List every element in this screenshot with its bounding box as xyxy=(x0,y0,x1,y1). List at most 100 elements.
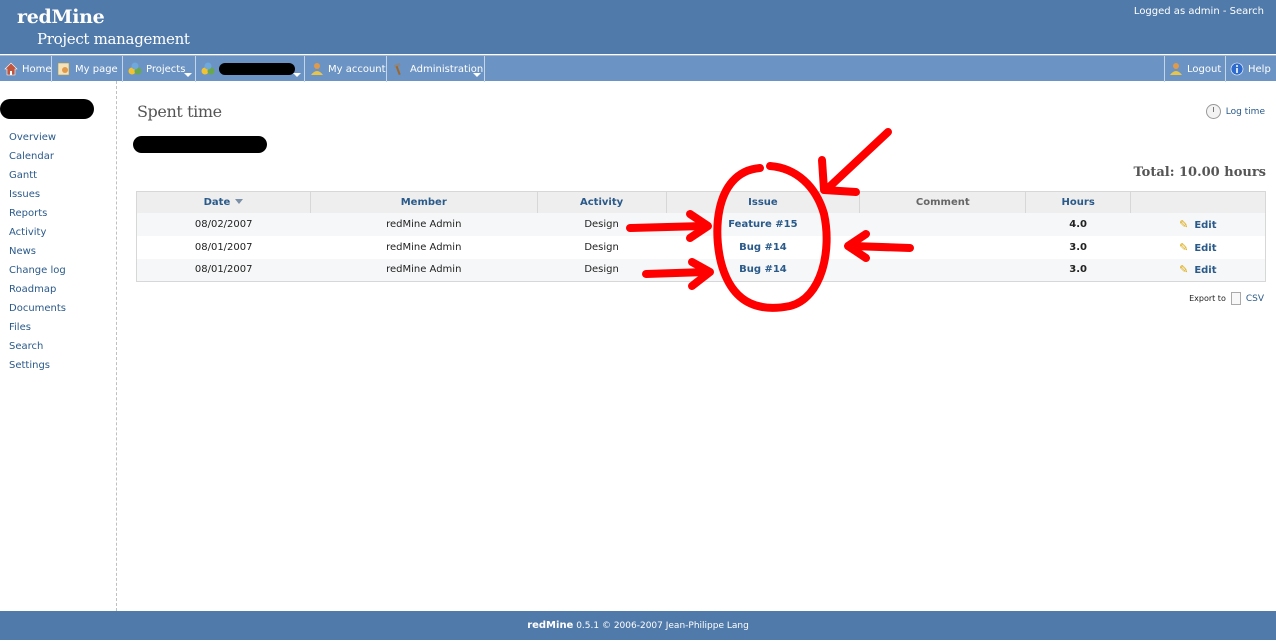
app-title: redMine xyxy=(17,6,105,28)
footer-app-name: redMine xyxy=(527,620,574,631)
sidebar-item-activity[interactable]: Activity xyxy=(9,223,66,242)
sidebar-item-overview[interactable]: Overview xyxy=(9,128,66,147)
header: redMine Project management Logged as adm… xyxy=(0,0,1276,54)
column-header-actions xyxy=(1130,191,1266,213)
project-name-redacted xyxy=(133,136,267,153)
menu-my-account-label: My account xyxy=(328,63,386,75)
projects-icon xyxy=(128,62,142,75)
sort-desc-icon xyxy=(235,199,244,205)
column-header-date-label: Date xyxy=(203,196,231,208)
edit-link[interactable]: Edit xyxy=(1194,220,1216,231)
menu-home[interactable]: Home xyxy=(0,56,52,82)
column-header-activity[interactable]: Activity xyxy=(536,191,667,213)
issue-link[interactable]: Bug #14 xyxy=(739,242,787,253)
account-links: Logged as admin - Search xyxy=(1134,6,1264,17)
total-hours: Total: 10.00 hours xyxy=(1133,165,1266,180)
menu-my-page[interactable]: My page xyxy=(53,56,123,82)
cell-hours: 3.0 xyxy=(1025,258,1131,282)
menu-my-page-label: My page xyxy=(75,63,118,75)
top-menu: Home My page Projects My account Adminis… xyxy=(0,55,1276,82)
cell-date: 08/02/2007 xyxy=(136,212,311,236)
menu-current-project[interactable] xyxy=(197,56,305,82)
table-row: 08/02/2007 redMine Admin Design Feature … xyxy=(136,212,1266,236)
cell-activity: Design xyxy=(537,258,667,282)
menu-help[interactable]: Help xyxy=(1225,56,1276,82)
user-icon xyxy=(1170,63,1182,75)
edit-link[interactable]: Edit xyxy=(1194,243,1216,254)
cell-hours: 4.0 xyxy=(1025,212,1131,236)
info-icon xyxy=(1230,62,1244,76)
issue-link[interactable]: Feature #15 xyxy=(728,219,797,230)
sidebar-item-roadmap[interactable]: Roadmap xyxy=(9,280,66,299)
project-icon xyxy=(201,62,215,75)
search-link[interactable]: Search xyxy=(1230,6,1264,17)
export-csv-link[interactable]: CSV xyxy=(1246,294,1264,304)
sidebar-item-calendar[interactable]: Calendar xyxy=(9,147,66,166)
column-header-issue[interactable]: Issue xyxy=(665,191,860,213)
menu-projects-label: Projects xyxy=(146,63,186,75)
document-icon xyxy=(1230,292,1241,305)
menu-logout[interactable]: Logout xyxy=(1164,56,1224,82)
cell-comment xyxy=(859,235,1026,259)
hammer-icon xyxy=(393,63,401,76)
cell-activity: Design xyxy=(537,212,667,236)
project-name-redacted xyxy=(219,63,295,75)
cell-comment xyxy=(859,212,1026,236)
sidebar-item-change-log[interactable]: Change log xyxy=(9,261,66,280)
column-header-comment: Comment xyxy=(859,191,1026,213)
chevron-down-icon xyxy=(293,73,301,77)
cell-date: 08/01/2007 xyxy=(136,258,311,282)
annotation-arrow-diagonal xyxy=(822,128,892,194)
sidebar-item-reports[interactable]: Reports xyxy=(9,204,66,223)
cell-issue: Bug #14 xyxy=(666,258,860,282)
table-header-row: Date Member Activity Issue Comment Hours xyxy=(136,191,1266,213)
column-header-member[interactable]: Member xyxy=(309,191,538,213)
annotation-overlay xyxy=(626,128,914,312)
annotation-arrow-diagonal-head xyxy=(818,156,860,196)
pencil-icon: ✎ xyxy=(1179,217,1189,231)
sidebar-item-settings[interactable]: Settings xyxy=(9,356,66,375)
cell-actions: ✎ Edit xyxy=(1130,235,1266,259)
chevron-down-icon xyxy=(184,73,192,77)
menu-projects[interactable]: Projects xyxy=(124,56,196,82)
cell-actions: ✎ Edit xyxy=(1130,258,1266,282)
cell-member: redMine Admin xyxy=(310,212,538,236)
home-icon xyxy=(4,62,18,76)
log-time-label: Log time xyxy=(1225,106,1265,117)
cell-member: redMine Admin xyxy=(310,258,538,282)
cell-hours: 3.0 xyxy=(1025,235,1131,259)
cell-issue: Feature #15 xyxy=(666,212,860,236)
log-time-link[interactable]: Log time xyxy=(1205,104,1265,119)
time-entries-table: Date Member Activity Issue Comment Hours… xyxy=(136,191,1266,282)
sidebar-item-files[interactable]: Files xyxy=(9,318,66,337)
issue-link[interactable]: Bug #14 xyxy=(739,264,787,275)
user-icon xyxy=(311,63,323,75)
column-header-date[interactable]: Date xyxy=(136,191,311,213)
cell-activity: Design xyxy=(537,235,667,259)
pencil-icon: ✎ xyxy=(1179,263,1189,277)
export-label: Export to xyxy=(1189,294,1226,303)
table-row: 08/01/2007 redMine Admin Design Bug #14 … xyxy=(136,235,1266,259)
column-header-hours[interactable]: Hours xyxy=(1025,191,1131,213)
footer-copyright: 0.5.1 © 2006-2007 Jean-Philippe Lang xyxy=(573,621,749,631)
user-page-icon xyxy=(57,62,70,76)
chevron-down-icon xyxy=(473,73,481,77)
project-menu: Overview Calendar Gantt Issues Reports A… xyxy=(9,128,66,375)
footer: redMine 0.5.1 © 2006-2007 Jean-Philippe … xyxy=(0,611,1276,640)
sidebar-item-documents[interactable]: Documents xyxy=(9,299,66,318)
sidebar-item-issues[interactable]: Issues xyxy=(9,185,66,204)
menu-my-account[interactable]: My account xyxy=(306,56,387,82)
sidebar-item-news[interactable]: News xyxy=(9,242,66,261)
sidebar-item-gantt[interactable]: Gantt xyxy=(9,166,66,185)
menu-help-label: Help xyxy=(1248,63,1271,75)
cell-comment xyxy=(859,258,1026,282)
cell-date: 08/01/2007 xyxy=(136,235,311,259)
edit-link[interactable]: Edit xyxy=(1194,265,1216,276)
project-name-redacted xyxy=(0,99,94,119)
logged-as-text: Logged as admin xyxy=(1133,6,1220,17)
menu-administration[interactable]: Administration xyxy=(388,56,485,82)
sidebar: Overview Calendar Gantt Issues Reports A… xyxy=(0,81,117,611)
app-subtitle: Project management xyxy=(37,30,190,48)
clock-icon xyxy=(1205,104,1221,119)
sidebar-item-search[interactable]: Search xyxy=(9,337,66,356)
